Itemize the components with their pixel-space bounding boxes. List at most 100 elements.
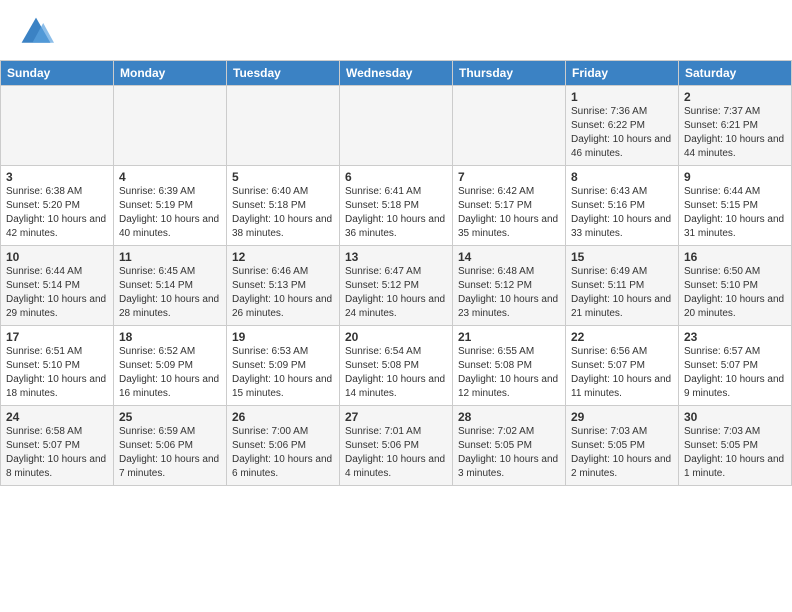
day-number: 24 — [6, 410, 108, 424]
calendar-cell-3-2: 19Sunrise: 6:53 AM Sunset: 5:09 PM Dayli… — [227, 326, 340, 406]
day-info: Sunrise: 7:01 AM Sunset: 5:06 PM Dayligh… — [345, 425, 447, 481]
calendar-cell-0-1 — [114, 86, 227, 166]
day-info: Sunrise: 6:46 AM Sunset: 5:13 PM Dayligh… — [232, 265, 334, 321]
calendar-cell-4-4: 28Sunrise: 7:02 AM Sunset: 5:05 PM Dayli… — [453, 406, 566, 486]
day-number: 16 — [684, 250, 786, 264]
day-number: 21 — [458, 330, 560, 344]
calendar-header-row: SundayMondayTuesdayWednesdayThursdayFrid… — [1, 61, 792, 86]
day-info: Sunrise: 6:41 AM Sunset: 5:18 PM Dayligh… — [345, 185, 447, 241]
calendar-cell-1-0: 3Sunrise: 6:38 AM Sunset: 5:20 PM Daylig… — [1, 166, 114, 246]
day-info: Sunrise: 6:59 AM Sunset: 5:06 PM Dayligh… — [119, 425, 221, 481]
day-number: 12 — [232, 250, 334, 264]
logo-icon — [18, 14, 54, 50]
calendar-cell-3-0: 17Sunrise: 6:51 AM Sunset: 5:10 PM Dayli… — [1, 326, 114, 406]
calendar-cell-0-5: 1Sunrise: 7:36 AM Sunset: 6:22 PM Daylig… — [566, 86, 679, 166]
day-info: Sunrise: 6:56 AM Sunset: 5:07 PM Dayligh… — [571, 345, 673, 401]
day-info: Sunrise: 6:52 AM Sunset: 5:09 PM Dayligh… — [119, 345, 221, 401]
calendar-week-0: 1Sunrise: 7:36 AM Sunset: 6:22 PM Daylig… — [1, 86, 792, 166]
day-number: 27 — [345, 410, 447, 424]
day-info: Sunrise: 6:58 AM Sunset: 5:07 PM Dayligh… — [6, 425, 108, 481]
day-info: Sunrise: 6:53 AM Sunset: 5:09 PM Dayligh… — [232, 345, 334, 401]
day-info: Sunrise: 7:02 AM Sunset: 5:05 PM Dayligh… — [458, 425, 560, 481]
calendar-cell-4-1: 25Sunrise: 6:59 AM Sunset: 5:06 PM Dayli… — [114, 406, 227, 486]
day-info: Sunrise: 7:03 AM Sunset: 5:05 PM Dayligh… — [684, 425, 786, 481]
day-number: 30 — [684, 410, 786, 424]
day-number: 1 — [571, 90, 673, 104]
calendar-header-saturday: Saturday — [679, 61, 792, 86]
day-number: 18 — [119, 330, 221, 344]
day-number: 7 — [458, 170, 560, 184]
calendar-cell-4-3: 27Sunrise: 7:01 AM Sunset: 5:06 PM Dayli… — [340, 406, 453, 486]
calendar-cell-2-0: 10Sunrise: 6:44 AM Sunset: 5:14 PM Dayli… — [1, 246, 114, 326]
calendar-cell-4-2: 26Sunrise: 7:00 AM Sunset: 5:06 PM Dayli… — [227, 406, 340, 486]
calendar-cell-4-5: 29Sunrise: 7:03 AM Sunset: 5:05 PM Dayli… — [566, 406, 679, 486]
day-info: Sunrise: 6:38 AM Sunset: 5:20 PM Dayligh… — [6, 185, 108, 241]
header — [0, 0, 792, 56]
calendar-week-1: 3Sunrise: 6:38 AM Sunset: 5:20 PM Daylig… — [1, 166, 792, 246]
day-info: Sunrise: 6:40 AM Sunset: 5:18 PM Dayligh… — [232, 185, 334, 241]
day-info: Sunrise: 6:51 AM Sunset: 5:10 PM Dayligh… — [6, 345, 108, 401]
day-number: 13 — [345, 250, 447, 264]
calendar-header-sunday: Sunday — [1, 61, 114, 86]
day-info: Sunrise: 6:50 AM Sunset: 5:10 PM Dayligh… — [684, 265, 786, 321]
day-info: Sunrise: 7:37 AM Sunset: 6:21 PM Dayligh… — [684, 105, 786, 161]
day-number: 23 — [684, 330, 786, 344]
day-number: 15 — [571, 250, 673, 264]
day-number: 26 — [232, 410, 334, 424]
day-info: Sunrise: 6:57 AM Sunset: 5:07 PM Dayligh… — [684, 345, 786, 401]
day-number: 4 — [119, 170, 221, 184]
day-info: Sunrise: 7:36 AM Sunset: 6:22 PM Dayligh… — [571, 105, 673, 161]
day-info: Sunrise: 6:55 AM Sunset: 5:08 PM Dayligh… — [458, 345, 560, 401]
day-info: Sunrise: 6:49 AM Sunset: 5:11 PM Dayligh… — [571, 265, 673, 321]
day-number: 6 — [345, 170, 447, 184]
calendar-header-wednesday: Wednesday — [340, 61, 453, 86]
calendar-cell-4-6: 30Sunrise: 7:03 AM Sunset: 5:05 PM Dayli… — [679, 406, 792, 486]
day-number: 10 — [6, 250, 108, 264]
calendar-week-3: 17Sunrise: 6:51 AM Sunset: 5:10 PM Dayli… — [1, 326, 792, 406]
day-number: 29 — [571, 410, 673, 424]
day-number: 9 — [684, 170, 786, 184]
day-info: Sunrise: 6:45 AM Sunset: 5:14 PM Dayligh… — [119, 265, 221, 321]
calendar-cell-2-4: 14Sunrise: 6:48 AM Sunset: 5:12 PM Dayli… — [453, 246, 566, 326]
calendar-header-friday: Friday — [566, 61, 679, 86]
calendar-header-monday: Monday — [114, 61, 227, 86]
logo — [18, 14, 58, 50]
calendar-cell-2-1: 11Sunrise: 6:45 AM Sunset: 5:14 PM Dayli… — [114, 246, 227, 326]
day-info: Sunrise: 7:03 AM Sunset: 5:05 PM Dayligh… — [571, 425, 673, 481]
calendar-cell-3-1: 18Sunrise: 6:52 AM Sunset: 5:09 PM Dayli… — [114, 326, 227, 406]
day-number: 8 — [571, 170, 673, 184]
day-number: 11 — [119, 250, 221, 264]
calendar-cell-1-3: 6Sunrise: 6:41 AM Sunset: 5:18 PM Daylig… — [340, 166, 453, 246]
calendar-week-4: 24Sunrise: 6:58 AM Sunset: 5:07 PM Dayli… — [1, 406, 792, 486]
calendar-cell-2-6: 16Sunrise: 6:50 AM Sunset: 5:10 PM Dayli… — [679, 246, 792, 326]
calendar-cell-0-0 — [1, 86, 114, 166]
calendar-cell-3-6: 23Sunrise: 6:57 AM Sunset: 5:07 PM Dayli… — [679, 326, 792, 406]
calendar-cell-0-4 — [453, 86, 566, 166]
day-info: Sunrise: 6:42 AM Sunset: 5:17 PM Dayligh… — [458, 185, 560, 241]
day-info: Sunrise: 6:47 AM Sunset: 5:12 PM Dayligh… — [345, 265, 447, 321]
calendar-cell-1-4: 7Sunrise: 6:42 AM Sunset: 5:17 PM Daylig… — [453, 166, 566, 246]
calendar-cell-3-5: 22Sunrise: 6:56 AM Sunset: 5:07 PM Dayli… — [566, 326, 679, 406]
calendar-table: SundayMondayTuesdayWednesdayThursdayFrid… — [0, 60, 792, 486]
calendar-cell-2-3: 13Sunrise: 6:47 AM Sunset: 5:12 PM Dayli… — [340, 246, 453, 326]
day-number: 20 — [345, 330, 447, 344]
calendar-cell-0-3 — [340, 86, 453, 166]
day-number: 2 — [684, 90, 786, 104]
day-info: Sunrise: 7:00 AM Sunset: 5:06 PM Dayligh… — [232, 425, 334, 481]
calendar-cell-1-5: 8Sunrise: 6:43 AM Sunset: 5:16 PM Daylig… — [566, 166, 679, 246]
day-number: 17 — [6, 330, 108, 344]
calendar-cell-1-2: 5Sunrise: 6:40 AM Sunset: 5:18 PM Daylig… — [227, 166, 340, 246]
day-info: Sunrise: 6:48 AM Sunset: 5:12 PM Dayligh… — [458, 265, 560, 321]
calendar-cell-2-2: 12Sunrise: 6:46 AM Sunset: 5:13 PM Dayli… — [227, 246, 340, 326]
calendar-header-thursday: Thursday — [453, 61, 566, 86]
calendar-cell-1-6: 9Sunrise: 6:44 AM Sunset: 5:15 PM Daylig… — [679, 166, 792, 246]
day-info: Sunrise: 6:39 AM Sunset: 5:19 PM Dayligh… — [119, 185, 221, 241]
calendar-cell-1-1: 4Sunrise: 6:39 AM Sunset: 5:19 PM Daylig… — [114, 166, 227, 246]
day-info: Sunrise: 6:54 AM Sunset: 5:08 PM Dayligh… — [345, 345, 447, 401]
calendar-cell-3-3: 20Sunrise: 6:54 AM Sunset: 5:08 PM Dayli… — [340, 326, 453, 406]
calendar-header-tuesday: Tuesday — [227, 61, 340, 86]
day-info: Sunrise: 6:43 AM Sunset: 5:16 PM Dayligh… — [571, 185, 673, 241]
page: SundayMondayTuesdayWednesdayThursdayFrid… — [0, 0, 792, 612]
calendar-cell-0-6: 2Sunrise: 7:37 AM Sunset: 6:21 PM Daylig… — [679, 86, 792, 166]
day-number: 25 — [119, 410, 221, 424]
